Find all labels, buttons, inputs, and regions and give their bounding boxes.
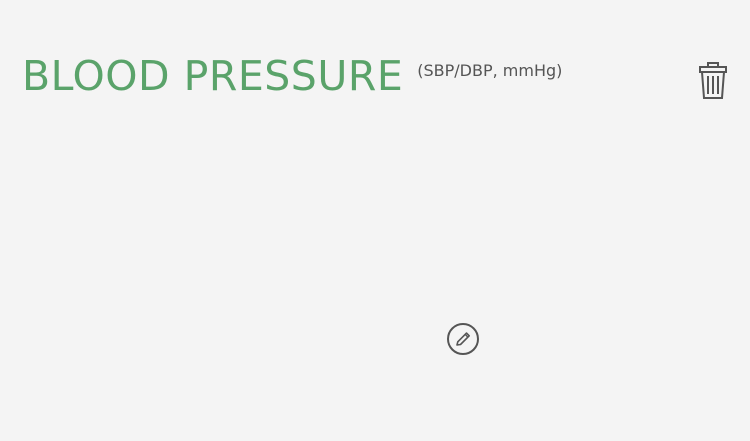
blood-pressure-widget: BLOOD PRESSURE (SBP/DBP, mmHg) [0,0,750,441]
widget-header: BLOOD PRESSURE (SBP/DBP, mmHg) [22,56,562,97]
trash-icon [699,62,727,99]
widget-title: BLOOD PRESSURE [22,52,404,100]
edit-button[interactable] [446,322,480,356]
delete-button[interactable] [698,62,728,100]
pencil-circle-icon [447,323,479,355]
widget-subtitle: (SBP/DBP, mmHg) [417,61,563,80]
